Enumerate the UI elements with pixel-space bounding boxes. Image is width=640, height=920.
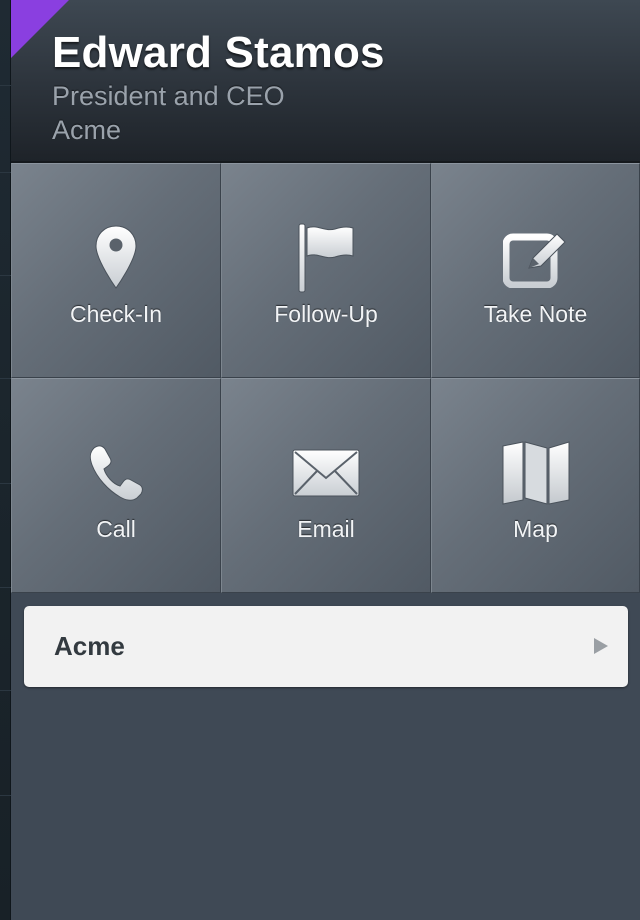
contact-name: Edward Stamos xyxy=(52,28,385,77)
map-button[interactable]: Map xyxy=(431,378,640,593)
check-in-label: Check-In xyxy=(69,301,163,327)
background-sidebar-edge xyxy=(0,0,11,920)
contact-detail-panel: Edward Stamos President and CEO Acme Che… xyxy=(11,0,640,920)
location-pin-icon xyxy=(76,222,156,294)
phone-icon xyxy=(76,437,156,509)
divider xyxy=(0,795,11,796)
contact-title: President and CEO xyxy=(52,81,285,111)
contact-header: Edward Stamos President and CEO Acme xyxy=(11,0,640,163)
email-button[interactable]: Email xyxy=(221,378,431,593)
follow-up-label: Follow-Up xyxy=(274,301,378,327)
envelope-icon xyxy=(286,437,366,509)
divider xyxy=(0,275,11,276)
flag-icon xyxy=(286,222,366,294)
divider xyxy=(0,85,11,86)
map-icon xyxy=(496,437,576,509)
related-account-row[interactable]: Acme xyxy=(24,606,628,687)
account-name: Acme xyxy=(54,631,125,661)
divider xyxy=(0,172,11,173)
divider xyxy=(0,483,11,484)
action-grid: Check-In Follow-Up Take Note Call Email … xyxy=(11,163,640,593)
email-label: Email xyxy=(297,516,355,542)
take-note-label: Take Note xyxy=(483,301,588,327)
call-label: Call xyxy=(96,516,136,542)
check-in-button[interactable]: Check-In xyxy=(11,163,221,378)
divider xyxy=(0,587,11,588)
follow-up-button[interactable]: Follow-Up xyxy=(221,163,431,378)
map-label: Map xyxy=(513,516,558,542)
take-note-button[interactable]: Take Note xyxy=(431,163,640,378)
divider xyxy=(0,378,11,379)
note-edit-icon xyxy=(496,222,576,294)
divider xyxy=(0,690,11,691)
contact-company: Acme xyxy=(52,115,122,145)
call-button[interactable]: Call xyxy=(11,378,221,593)
disclosure-arrow-icon xyxy=(594,638,608,654)
